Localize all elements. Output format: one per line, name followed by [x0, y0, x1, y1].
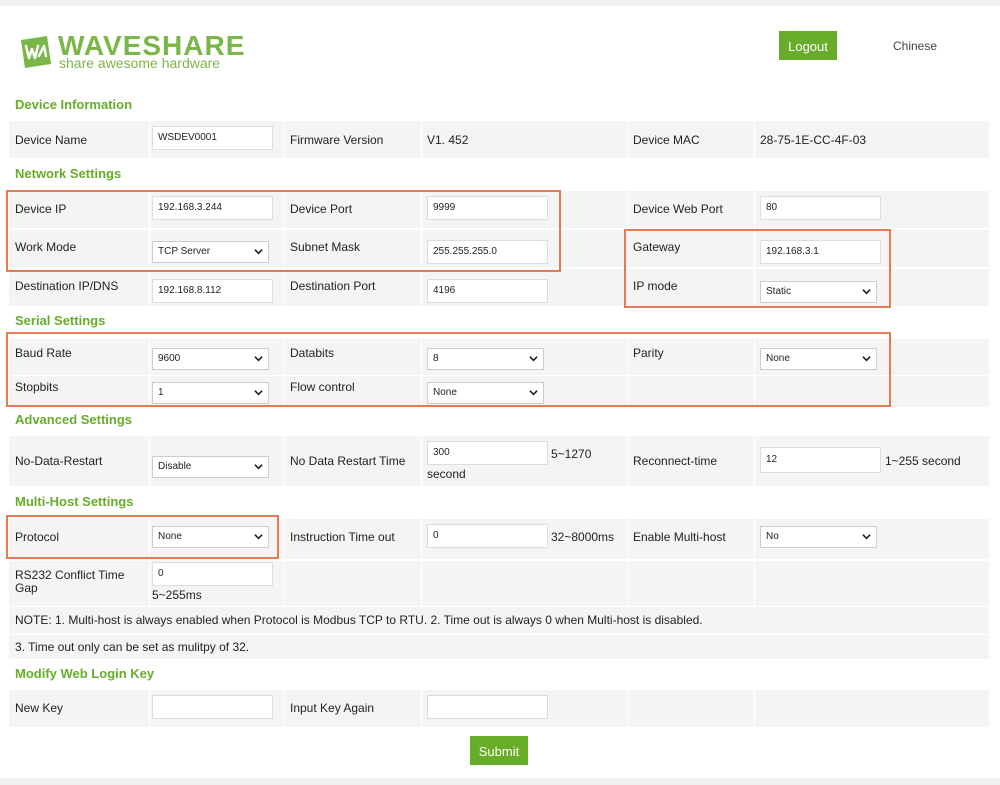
- rs232-conflict-label-line1: RS232 Conflict Time: [15, 568, 125, 582]
- reconnect-time-label: Reconnect-time: [633, 454, 718, 468]
- column-divider: [149, 121, 150, 158]
- section-modify-login-key: Modify Web Login Key: [15, 666, 155, 681]
- enable-multi-host-value: No: [766, 531, 779, 542]
- submit-button[interactable]: Submit: [470, 736, 528, 765]
- reconnect-time-range: 1~255 second: [885, 454, 961, 468]
- enable-multi-host-select[interactable]: No: [760, 526, 877, 548]
- logout-button[interactable]: Logout: [779, 31, 837, 60]
- restart-time-label: No Data Restart Time: [290, 454, 406, 468]
- reconnect-time-input[interactable]: 12: [760, 447, 881, 473]
- new-key-label: New Key: [15, 701, 64, 715]
- device-mac-label: Device MAC: [633, 133, 700, 147]
- column-divider: [284, 519, 285, 606]
- column-divider: [627, 690, 628, 727]
- section-network-settings: Network Settings: [15, 166, 122, 181]
- chevron-down-icon: [254, 464, 263, 470]
- column-divider: [754, 519, 755, 606]
- language-link-chinese[interactable]: Chinese: [893, 39, 937, 53]
- highlight-box-network: [6, 190, 561, 272]
- no-data-restart-select[interactable]: Disable: [152, 456, 269, 478]
- firmware-version-value: V1. 452: [427, 133, 469, 147]
- column-divider: [754, 690, 755, 727]
- brand-tagline: share awesome hardware: [59, 55, 221, 71]
- column-divider: [627, 519, 628, 606]
- instruction-timeout-label: Instruction Time out: [290, 530, 395, 544]
- waveshare-logo: WAVESHARE share awesome hardware: [17, 30, 244, 72]
- device-name-label: Device Name: [15, 133, 88, 147]
- destination-ip-input[interactable]: 192.168.8.112: [152, 279, 273, 303]
- highlight-box-gateway: [624, 229, 891, 308]
- rs232-conflict-range: 5~255ms: [152, 588, 202, 602]
- waveshare-logo-icon: [21, 36, 51, 68]
- section-device-information: Device Information: [15, 97, 133, 112]
- note-line-1: NOTE: 1. Multi-host is always enabled wh…: [15, 613, 703, 627]
- device-name-input[interactable]: WSDEV0001: [152, 126, 273, 150]
- section-serial-settings: Serial Settings: [15, 313, 106, 328]
- instruction-timeout-range: 32~8000ms: [551, 530, 615, 544]
- column-divider: [421, 436, 422, 486]
- enable-multi-host-label: Enable Multi-host: [633, 530, 726, 544]
- column-divider: [421, 519, 422, 606]
- column-divider: [284, 436, 285, 486]
- restart-time-unit: second: [427, 467, 466, 481]
- column-divider: [149, 690, 150, 727]
- input-key-again-input[interactable]: [427, 695, 548, 719]
- new-key-input[interactable]: [152, 695, 273, 719]
- note-line-2: 3. Time out only can be set as mulitpy o…: [15, 640, 250, 654]
- highlight-box-protocol: [6, 515, 279, 559]
- section-advanced-settings: Advanced Settings: [15, 412, 133, 427]
- column-divider: [754, 121, 755, 158]
- input-key-again-label: Input Key Again: [290, 701, 375, 715]
- rs232-conflict-label-line2: Gap: [15, 581, 38, 595]
- device-mac-value: 28-75-1E-CC-4F-03: [760, 133, 867, 147]
- destination-port-label: Destination Port: [290, 279, 376, 293]
- column-divider: [421, 690, 422, 727]
- highlight-box-serial: [6, 332, 891, 407]
- section-multi-host-settings: Multi-Host Settings: [15, 494, 134, 509]
- config-page: WAVESHARE share awesome hardware Logout …: [0, 6, 1000, 778]
- no-data-restart-label: No-Data-Restart: [15, 454, 103, 468]
- instruction-timeout-input[interactable]: 0: [427, 524, 548, 548]
- chevron-down-icon: [862, 534, 871, 540]
- no-data-restart-value: Disable: [158, 461, 192, 472]
- column-divider: [627, 121, 628, 158]
- column-divider: [421, 121, 422, 158]
- firmware-version-label: Firmware Version: [290, 133, 384, 147]
- device-web-port-label: Device Web Port: [633, 202, 723, 216]
- column-divider: [284, 121, 285, 158]
- rs232-conflict-input[interactable]: 0: [152, 562, 273, 586]
- column-divider: [627, 436, 628, 486]
- restart-time-range: 5~1270: [551, 447, 592, 461]
- restart-time-input[interactable]: 300: [427, 441, 548, 465]
- column-divider: [754, 436, 755, 486]
- column-divider: [149, 436, 150, 486]
- column-divider: [284, 690, 285, 727]
- destination-ip-label: Destination IP/DNS: [15, 279, 119, 293]
- device-web-port-input[interactable]: 80: [760, 196, 881, 220]
- destination-port-input[interactable]: 4196: [427, 279, 548, 303]
